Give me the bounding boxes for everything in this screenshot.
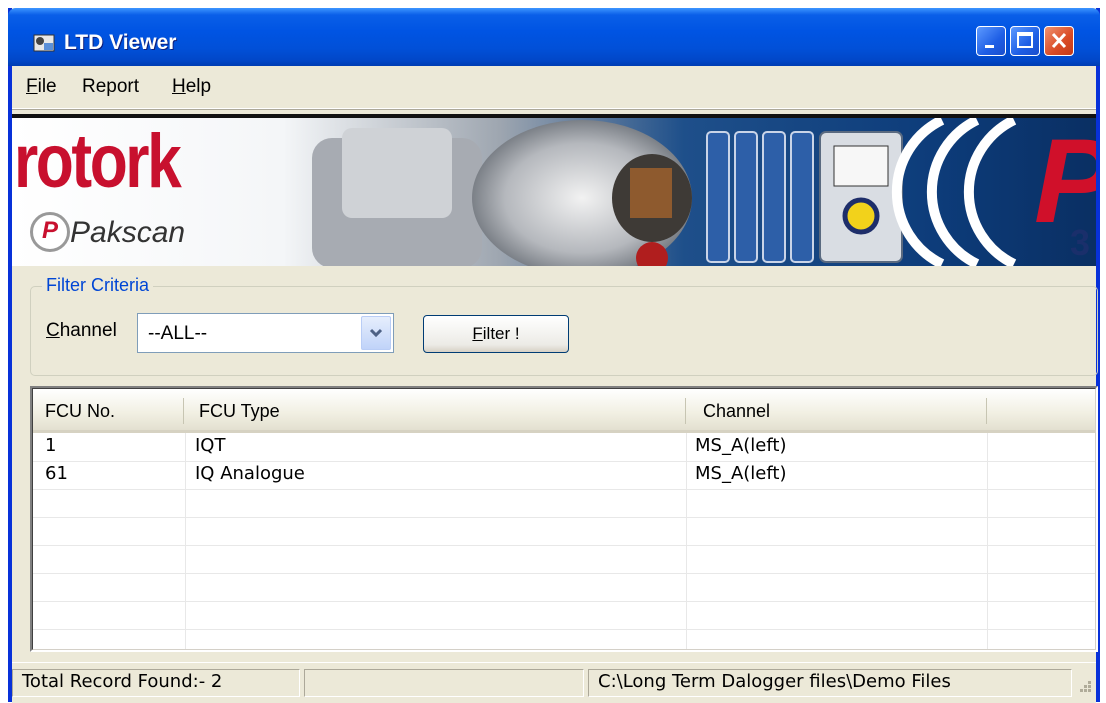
status-bar: Total Record Found:- 2 C:\Long Term Dalo… bbox=[12, 662, 1096, 703]
p3-subscript: 3 bbox=[1070, 222, 1091, 263]
window-title: LTD Viewer bbox=[64, 31, 177, 54]
close-icon bbox=[1051, 32, 1067, 49]
status-panel-empty bbox=[304, 669, 584, 697]
table-header: FCU No. FCU Type Channel bbox=[33, 389, 1095, 433]
column-divider bbox=[685, 398, 686, 424]
cell-channel: MS_A(left) bbox=[695, 435, 787, 456]
brand-logo: rotork bbox=[14, 119, 182, 204]
column-header-fcu-no[interactable]: FCU No. bbox=[45, 401, 115, 422]
close-button[interactable] bbox=[1044, 26, 1074, 56]
maximize-button[interactable] bbox=[1010, 26, 1040, 56]
title-bar[interactable]: LTD Viewer bbox=[8, 8, 1100, 66]
column-header-channel[interactable]: Channel bbox=[703, 401, 770, 422]
channel-selected-value: --ALL-- bbox=[148, 323, 208, 344]
table-row-empty bbox=[33, 601, 1095, 630]
status-record-count: Total Record Found:- 2 bbox=[22, 671, 223, 692]
cell-fcu-type: IQT bbox=[195, 435, 226, 456]
filter-button[interactable]: Filter ! bbox=[423, 315, 569, 353]
status-file-path: C:\Long Term Dalogger files\Demo Files bbox=[598, 671, 951, 692]
pakscan-badge-icon: P bbox=[30, 212, 70, 252]
table-row[interactable]: 61 IQ Analogue MS_A(left) bbox=[33, 461, 1095, 490]
cell-channel: MS_A(left) bbox=[695, 463, 787, 484]
column-header-fcu-type[interactable]: FCU Type bbox=[199, 401, 280, 422]
table-row[interactable]: 1 IQT MS_A(left) bbox=[33, 433, 1095, 462]
menu-bar: File Report Help bbox=[12, 66, 1096, 109]
resize-grip-icon[interactable] bbox=[1076, 679, 1094, 697]
cell-fcu-no: 1 bbox=[45, 435, 57, 456]
app-icon bbox=[33, 34, 55, 52]
table-row-empty bbox=[33, 489, 1095, 518]
column-divider bbox=[183, 398, 184, 424]
fcu-table[interactable]: FCU No. FCU Type Channel 1 IQT MS_A(left… bbox=[30, 386, 1098, 652]
table-row-empty bbox=[33, 573, 1095, 602]
column-divider bbox=[986, 398, 987, 424]
minimize-icon bbox=[985, 45, 994, 48]
cell-fcu-no: 61 bbox=[45, 463, 68, 484]
cell-fcu-type: IQ Analogue bbox=[195, 463, 305, 484]
menu-report[interactable]: Report bbox=[82, 76, 139, 98]
table-row-empty bbox=[33, 517, 1095, 546]
channel-label: Channel bbox=[46, 320, 117, 341]
table-row-empty bbox=[33, 545, 1095, 574]
menu-file[interactable]: File bbox=[26, 76, 57, 98]
channel-dropdown[interactable]: --ALL-- bbox=[137, 313, 394, 353]
product-name: Pakscan bbox=[70, 216, 186, 249]
chevron-down-icon bbox=[369, 328, 383, 338]
dropdown-toggle-button[interactable] bbox=[361, 316, 391, 350]
filter-criteria-title: Filter Criteria bbox=[42, 275, 154, 296]
minimize-button[interactable] bbox=[976, 26, 1006, 56]
menu-help[interactable]: Help bbox=[172, 76, 211, 98]
maximize-icon bbox=[1017, 32, 1033, 48]
rotork-banner: rotork P Pakscan P 3 bbox=[12, 114, 1096, 266]
